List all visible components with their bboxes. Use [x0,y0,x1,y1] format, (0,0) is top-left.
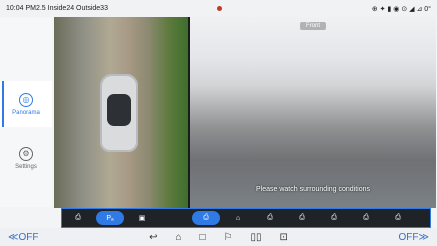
camera-circle-icon: ◎ [19,92,33,107]
sidebar-item-panorama[interactable]: ◎ Panorama [0,81,52,127]
car-rear-icon[interactable]: ⎙ [64,211,92,225]
car-front-view-icon[interactable]: ⎙ [192,211,220,225]
camera-icon[interactable]: ⊡ [280,232,288,243]
back-icon[interactable]: ↩ [149,232,157,243]
front-camera-label: Front [299,22,327,30]
sidebar-item-label: Panorama [12,109,40,116]
sidebar-item-label: Settings [15,163,37,170]
right-off-control[interactable]: OFF≫ [399,232,429,243]
car-top-icon[interactable]: ⎙ [352,211,380,225]
front-camera-view[interactable]: Front Please watch surrounding condition… [190,17,436,208]
parking-auto-icon[interactable]: Pₐ [96,211,124,225]
status-left-text: 10:04 PM2.5 Inside24 Outside33 [6,5,108,12]
camera-icon[interactable]: ▣ [128,211,156,225]
car-right-icon[interactable]: ⎙ [288,211,316,225]
navigation-icon[interactable]: ⚐ [224,232,233,243]
sidebar: ◎ Panorama ⚙ Settings [0,17,52,207]
home-icon[interactable]: ⌂ [175,232,181,243]
left-off-control[interactable]: ≪OFF [8,232,38,243]
media-icon[interactable]: ▯▯ [251,232,262,243]
car-side-icon[interactable]: ⌂ [224,211,252,225]
status-right-icons: ⊕ ✦ ▮ ◉ ⊙ ◢ ⊿ 0° [371,5,431,13]
nav-center-icons: ↩ ⌂ □ ⚐ ▯▯ ⊡ [149,232,288,243]
notification-dot-icon [217,6,222,11]
car-rear-view-icon[interactable]: ⎙ [384,211,412,225]
gear-icon: ⚙ [19,146,33,161]
top-view-camera[interactable] [54,17,188,208]
sidebar-item-settings[interactable]: ⚙ Settings [0,135,52,181]
warning-hint: Please watch surrounding conditions [255,186,370,193]
vehicle-top-icon [100,74,138,152]
car-3d-icon[interactable]: ⎙ [320,211,348,225]
system-navbar: ≪OFF ↩ ⌂ □ ⚐ ▯▯ ⊡ OFF≫ [0,228,437,246]
recent-icon[interactable]: □ [200,232,206,243]
camera-toolbar: ⎙ Pₐ ▣ ⎙ ⌂ ⎙ ⎙ ⎙ ⎙ ⎙ [61,208,431,228]
car-left-icon[interactable]: ⎙ [256,211,284,225]
